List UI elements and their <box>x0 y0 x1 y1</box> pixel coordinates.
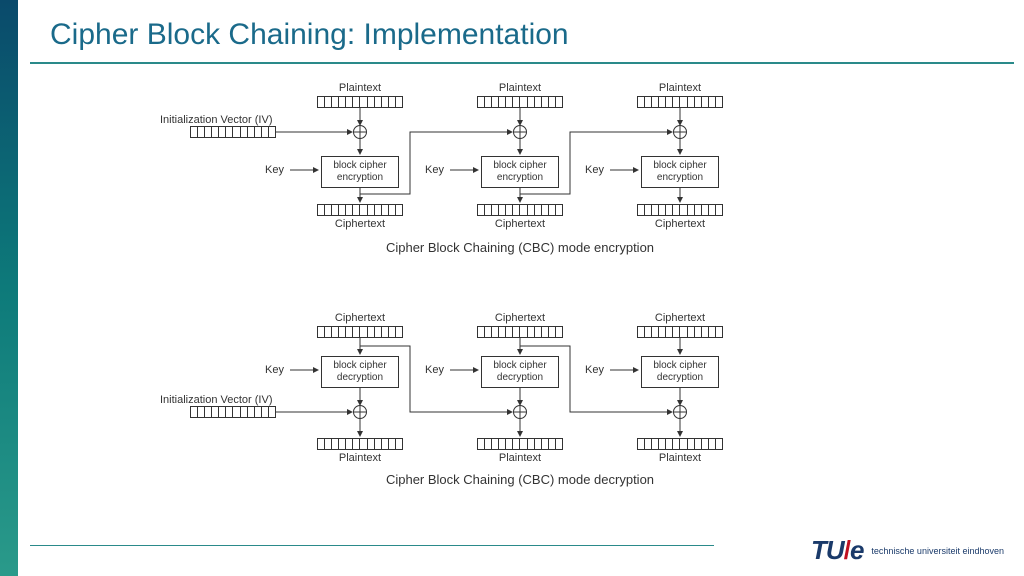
plaintext-label: Plaintext <box>320 452 400 464</box>
ciphertext-label: Ciphertext <box>640 218 720 230</box>
ciphertext-block <box>317 204 403 216</box>
ciphertext-block <box>637 326 723 338</box>
iv-block <box>190 126 276 138</box>
cipher-box: block cipher decryption <box>321 356 399 388</box>
ciphertext-block <box>317 326 403 338</box>
cipher-box: block cipher encryption <box>481 156 559 188</box>
xor-icon <box>353 125 367 139</box>
xor-icon <box>673 125 687 139</box>
enc-caption: Cipher Block Chaining (CBC) mode encrypt… <box>180 240 860 255</box>
xor-icon <box>353 405 367 419</box>
iv-label: Initialization Vector (IV) <box>160 114 280 126</box>
ciphertext-label: Ciphertext <box>320 218 400 230</box>
iv-label: Initialization Vector (IV) <box>160 394 280 406</box>
plaintext-label: Plaintext <box>640 452 720 464</box>
cipher-box: block cipher decryption <box>481 356 559 388</box>
cipher-box: block cipher encryption <box>641 156 719 188</box>
key-label: Key <box>425 164 444 176</box>
ciphertext-label: Ciphertext <box>320 312 400 324</box>
plaintext-label: Plaintext <box>480 452 560 464</box>
plaintext-label: Plaintext <box>320 82 400 94</box>
key-label: Key <box>265 364 284 376</box>
ciphertext-label: Ciphertext <box>640 312 720 324</box>
plaintext-block <box>637 438 723 450</box>
encryption-diagram: Initialization Vector (IV) Plaintext Key… <box>180 80 860 270</box>
key-label: Key <box>585 364 604 376</box>
iv-block <box>190 406 276 418</box>
plaintext-block <box>637 96 723 108</box>
cipher-box: block cipher encryption <box>321 156 399 188</box>
key-label: Key <box>425 364 444 376</box>
slide-title: Cipher Block Chaining: Implementation <box>50 18 569 52</box>
key-label: Key <box>585 164 604 176</box>
xor-icon <box>513 405 527 419</box>
university-name: technische universiteit eindhoven <box>871 546 1004 556</box>
ciphertext-label: Ciphertext <box>480 218 560 230</box>
plaintext-block <box>477 96 563 108</box>
ciphertext-block <box>477 326 563 338</box>
footer-divider <box>30 545 714 546</box>
title-divider <box>30 62 1014 64</box>
side-accent-bar <box>0 0 18 576</box>
dec-caption: Cipher Block Chaining (CBC) mode decrypt… <box>180 472 860 487</box>
logo-e: e <box>850 535 863 565</box>
ciphertext-label: Ciphertext <box>480 312 560 324</box>
logo-tu: TU <box>811 535 844 565</box>
plaintext-block <box>477 438 563 450</box>
ciphertext-block <box>477 204 563 216</box>
plaintext-block <box>317 438 403 450</box>
cipher-box: block cipher decryption <box>641 356 719 388</box>
xor-icon <box>513 125 527 139</box>
footer-logo: TU/e technische universiteit eindhoven <box>811 535 1004 566</box>
plaintext-label: Plaintext <box>640 82 720 94</box>
tue-logo: TU/e <box>811 535 863 566</box>
plaintext-block <box>317 96 403 108</box>
plaintext-label: Plaintext <box>480 82 560 94</box>
ciphertext-block <box>637 204 723 216</box>
key-label: Key <box>265 164 284 176</box>
decryption-diagram: Initialization Vector (IV) Ciphertext Ke… <box>180 310 860 500</box>
xor-icon <box>673 405 687 419</box>
